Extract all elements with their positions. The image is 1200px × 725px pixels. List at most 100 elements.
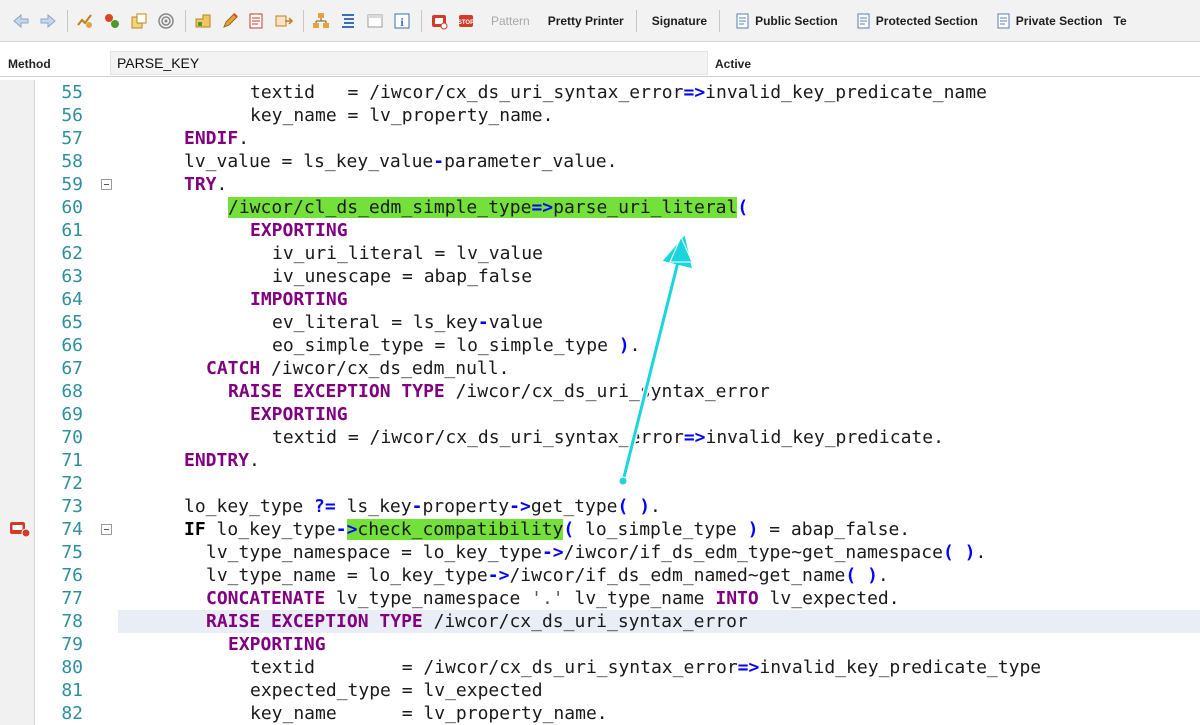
code-token: lv_type_namespace = lo_key_type	[206, 542, 542, 563]
code-token: invalid_key_predicate.	[705, 427, 944, 448]
code-line[interactable]: RAISE EXCEPTION TYPE /iwcor/cx_ds_uri_sy…	[228, 380, 770, 403]
navigate-icon[interactable]	[155, 10, 177, 32]
code-line[interactable]: CONCATENATE lv_type_namespace '.' lv_typ…	[206, 587, 900, 610]
code-line[interactable]: CATCH /iwcor/cx_ds_edm_null.	[206, 357, 509, 380]
pattern-button[interactable]: Pattern	[491, 14, 530, 28]
code-token: expected_type = lv_expected	[250, 680, 543, 701]
pattern-icon[interactable]	[273, 10, 295, 32]
code-token: iv_uri_literal = lv_value	[272, 243, 543, 264]
code-token: ls_key	[335, 496, 412, 517]
line-number: 59	[61, 174, 83, 195]
highlighted-token: >	[346, 519, 358, 540]
code-line[interactable]: ENDIF.	[184, 127, 249, 150]
keyword-token: CATCH	[206, 358, 261, 379]
private-section-button[interactable]: Private Section	[996, 13, 1103, 29]
fold-toggle-icon[interactable]	[101, 524, 112, 535]
outline-icon[interactable]	[337, 10, 359, 32]
code-token: lo_simple_type	[574, 519, 748, 540]
code-line[interactable]: textid = /iwcor/cx_ds_uri_syntax_error=>…	[250, 81, 987, 104]
code-line[interactable]: lv_value = ls_key_value-parameter_value.	[184, 150, 617, 173]
method-label: Method	[8, 57, 51, 71]
code-line[interactable]: textid = /iwcor/cx_ds_uri_syntax_error=>…	[250, 656, 1041, 679]
code-line[interactable]: eo_simple_type = lo_simple_type ).	[272, 334, 640, 357]
code-token: -	[477, 312, 489, 333]
code-line[interactable]: textid = /iwcor/cx_ds_uri_syntax_error=>…	[272, 426, 944, 449]
code-line[interactable]: RAISE EXCEPTION TYPE /iwcor/cx_ds_uri_sy…	[206, 610, 748, 633]
code-token: textid = /iwcor/cx_ds_uri_syntax_error	[272, 427, 684, 448]
breakpoint-icon[interactable]	[9, 520, 31, 538]
code-editor[interactable]: 55 textid = /iwcor/cx_ds_uri_syntax_error…	[0, 80, 1200, 725]
highlighted-token: check_compatibility	[357, 519, 564, 540]
code-token: lv_type_namespace	[325, 588, 532, 609]
signature-button[interactable]: Signature	[652, 14, 707, 28]
code-token: /iwcor/if_ds_edm_type~get_namespace	[563, 542, 943, 563]
public-section-label: Public Section	[755, 13, 838, 28]
code-line[interactable]: lv_type_namespace = lo_key_type->/iwcor/…	[206, 541, 986, 564]
activate-icon[interactable]	[101, 10, 123, 32]
code-token: ( )	[845, 565, 878, 586]
keyword-token: EXPORTING	[228, 634, 326, 655]
line-number: 58	[61, 151, 83, 172]
code-line[interactable]: expected_type = lv_expected	[250, 679, 543, 702]
code-token: ->	[509, 496, 531, 517]
edit-icon[interactable]	[219, 10, 241, 32]
code-line[interactable]: iv_unescape = abap_false	[272, 265, 532, 288]
code-line[interactable]: lv_type_name = lo_key_type->/iwcor/if_ds…	[206, 564, 889, 587]
code-token: -	[411, 496, 423, 517]
code-line[interactable]: TRY.	[184, 173, 227, 196]
keyword-token: ENDIF	[184, 128, 239, 149]
code-token: value	[488, 312, 543, 333]
code-token: '.'	[531, 588, 564, 609]
code-token: lv_expected.	[758, 588, 900, 609]
highlighted-token: =>	[531, 197, 554, 218]
method-bar: Method PARSE_KEY Active	[0, 50, 1200, 77]
code-token: .	[877, 565, 889, 586]
code-line[interactable]: IF lo_key_type->check_compatibility( lo_…	[184, 518, 910, 541]
code-token: .	[629, 335, 641, 356]
pretty-printer-button[interactable]: Pretty Printer	[548, 14, 624, 28]
insert-statement-icon[interactable]	[246, 10, 268, 32]
line-number: 66	[61, 335, 83, 356]
line-number: 68	[61, 381, 83, 402]
code-line[interactable]: key_name = lv_property_name.	[250, 104, 553, 127]
protected-section-button[interactable]: Protected Section	[856, 13, 978, 29]
code-line[interactable]: ev_literal = ls_key-value	[272, 311, 543, 334]
fold-toggle-icon[interactable]	[101, 179, 112, 190]
public-section-button[interactable]: Public Section	[735, 13, 838, 29]
line-number: 69	[61, 404, 83, 425]
code-line[interactable]: EXPORTING	[250, 219, 348, 242]
code-line[interactable]: IMPORTING	[250, 288, 348, 311]
code-line[interactable]: EXPORTING	[250, 403, 348, 426]
truncated-toolbar-button[interactable]: Te	[1114, 14, 1127, 28]
check-syntax-icon[interactable]	[74, 10, 96, 32]
code-token: /iwcor/cx_ds_uri_syntax_error	[444, 381, 770, 402]
code-line[interactable]: key_name = lv_property_name.	[250, 702, 608, 725]
hierarchy-icon[interactable]	[310, 10, 332, 32]
info-icon[interactable]: i	[391, 10, 413, 32]
code-token: -	[335, 519, 347, 540]
code-line[interactable]: iv_uri_literal = lv_value	[272, 242, 543, 265]
back-icon[interactable]	[10, 10, 32, 32]
line-number: 80	[61, 657, 83, 678]
keyword-token: RAISE EXCEPTION TYPE	[206, 611, 423, 632]
line-number: 75	[61, 542, 83, 563]
display-object-list-icon[interactable]	[192, 10, 214, 32]
code-line[interactable]: /iwcor/cl_ds_edm_simple_type=>parse_uri_…	[228, 196, 748, 219]
breakpoint-external-icon[interactable]: STOP	[455, 10, 477, 32]
keyword-token: TRY	[184, 174, 217, 195]
code-token: lv_value = ls_key_value	[184, 151, 434, 172]
code-token: parameter_value.	[444, 151, 618, 172]
code-token: ( )	[617, 496, 651, 517]
code-line[interactable]: ENDTRY.	[184, 449, 260, 472]
forward-icon[interactable]	[37, 10, 59, 32]
breakpoint-gutter[interactable]	[0, 80, 35, 725]
breakpoint-session-icon[interactable]	[428, 10, 450, 32]
keyword-token: EXPORTING	[250, 404, 348, 425]
code-line[interactable]: EXPORTING	[228, 633, 326, 656]
method-name-field[interactable]: PARSE_KEY	[110, 51, 708, 75]
fullscreen-icon[interactable]	[364, 10, 386, 32]
keyword-token: RAISE EXCEPTION TYPE	[228, 381, 445, 402]
where-used-icon[interactable]	[128, 10, 150, 32]
code-line[interactable]: lo_key_type ?= ls_key-property->get_type…	[184, 495, 661, 518]
line-number: 77	[61, 588, 83, 609]
